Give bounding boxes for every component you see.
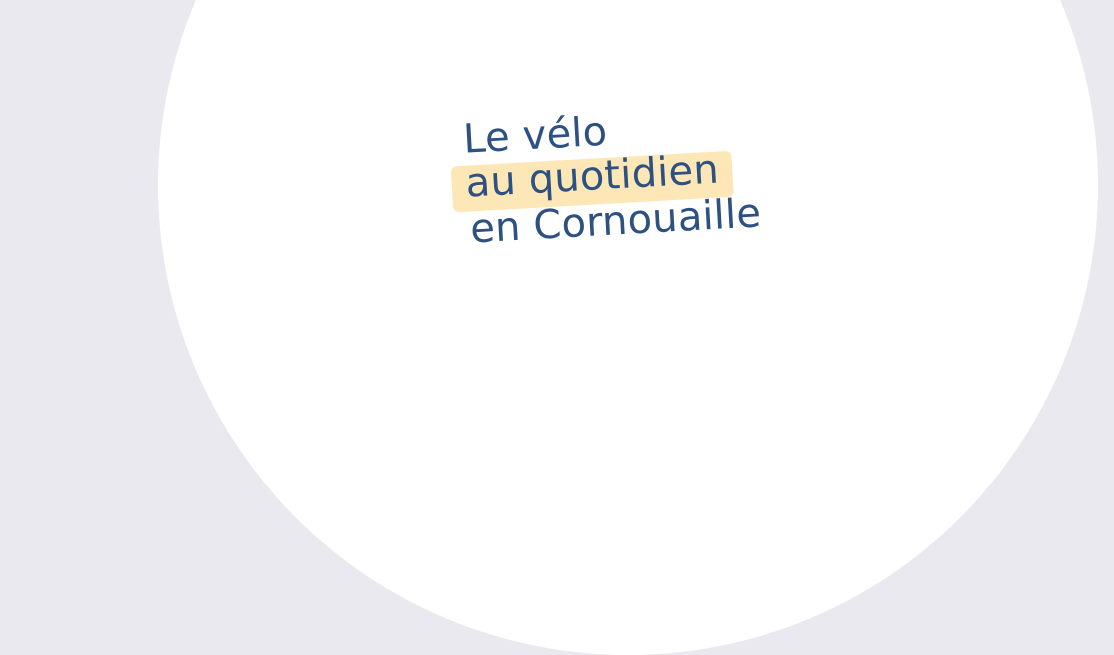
hero-circle <box>158 0 1098 655</box>
headline: Le vélo au quotidien en Cornouaille <box>450 97 845 252</box>
